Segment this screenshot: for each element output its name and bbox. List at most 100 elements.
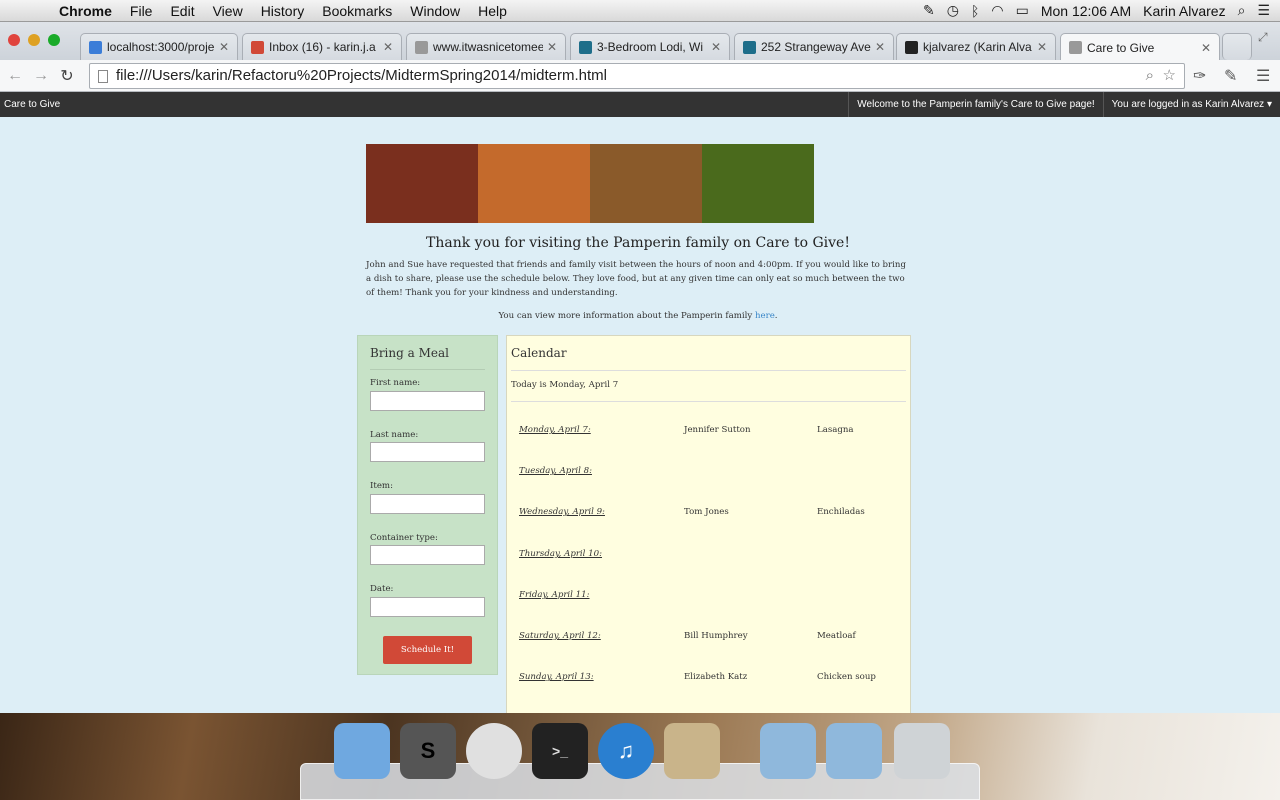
bring-a-meal-form: Bring a Meal First name: Last name: Item… xyxy=(357,335,498,675)
tab-lodi-listing[interactable]: 3-Bedroom Lodi, Wi ✕ xyxy=(570,33,730,60)
food-banner-image xyxy=(366,144,814,223)
close-tab-icon[interactable]: ✕ xyxy=(219,40,229,54)
page-content: Thank you for visiting the Pamperin fami… xyxy=(0,117,1280,715)
more-info-text: You can view more information about the … xyxy=(498,311,755,321)
zoom-window-icon[interactable] xyxy=(48,34,60,46)
close-window-icon[interactable] xyxy=(8,34,20,46)
close-tab-icon[interactable]: ✕ xyxy=(383,40,393,54)
calendar-panel: Calendar Today is Monday, April 7 Monday… xyxy=(506,335,911,715)
tab-localhost[interactable]: localhost:3000/proje ✕ xyxy=(80,33,238,60)
applications-folder-icon[interactable] xyxy=(760,723,816,779)
item-input[interactable] xyxy=(370,493,485,514)
page-icon xyxy=(98,70,108,83)
calendar-dish: Chicken soup xyxy=(817,672,876,682)
itunes-icon[interactable]: ♫ xyxy=(598,723,654,779)
menubar-user[interactable]: Karin Alvarez xyxy=(1143,3,1225,19)
menu-app-name[interactable]: Chrome xyxy=(50,0,121,22)
chrome-icon[interactable] xyxy=(466,723,522,779)
first-name-input[interactable] xyxy=(370,390,485,411)
container-type-input[interactable] xyxy=(370,545,485,565)
last-name-label: Last name: xyxy=(370,429,419,440)
menu-history[interactable]: History xyxy=(252,0,314,22)
github-icon xyxy=(905,40,918,54)
search-icon[interactable]: ⌕ xyxy=(1146,64,1154,88)
zillow-icon xyxy=(743,40,756,54)
new-tab-button[interactable] xyxy=(1222,33,1252,60)
menu-edit[interactable]: Edit xyxy=(161,0,203,22)
menu-view[interactable]: View xyxy=(204,0,252,22)
tab-title: Care to Give xyxy=(1087,40,1155,55)
trash-icon[interactable] xyxy=(894,723,950,779)
wifi-icon[interactable]: ◠ xyxy=(991,2,1003,19)
chrome-menu-icon[interactable]: ☰ xyxy=(1256,66,1270,86)
mac-menubar: Chrome File Edit View History Bookmarks … xyxy=(0,0,1280,22)
wrench-icon[interactable]: ✎ xyxy=(923,2,935,19)
close-tab-icon[interactable]: ✕ xyxy=(1201,41,1211,55)
welcome-heading: Thank you for visiting the Pamperin fami… xyxy=(426,235,850,251)
calendar-day-link[interactable]: Sunday, April 13: xyxy=(519,672,594,682)
bluetooth-icon[interactable]: ᛒ xyxy=(971,3,979,19)
wrench-extension-icon[interactable]: ✎ xyxy=(1224,66,1237,86)
menu-window[interactable]: Window xyxy=(401,0,469,22)
close-tab-icon[interactable]: ✕ xyxy=(711,40,721,54)
calendar-day-link[interactable]: Saturday, April 12: xyxy=(519,631,601,641)
calendar-dish: Lasagna xyxy=(817,425,854,435)
logged-in-label: You are logged in as Karin Alvarez xyxy=(1111,99,1265,110)
tab-care-to-give[interactable]: Care to Give ✕ xyxy=(1060,33,1220,61)
menu-file[interactable]: File xyxy=(121,0,162,22)
form-title: Bring a Meal xyxy=(370,346,485,370)
menu-help[interactable]: Help xyxy=(469,0,516,22)
spotlight-icon[interactable]: ⌕ xyxy=(1238,2,1246,19)
back-icon[interactable]: ← xyxy=(2,67,28,85)
address-bar[interactable]: file:///Users/karin/Refactoru%20Projects… xyxy=(89,63,1185,89)
date-input[interactable] xyxy=(370,596,485,617)
tab-github[interactable]: kjalvarez (Karin Alva ✕ xyxy=(896,33,1056,60)
fullscreen-icon[interactable]: ⤢ xyxy=(1258,30,1268,45)
tab-favicon-icon xyxy=(89,40,102,54)
calendar-day-link[interactable]: Monday, April 7: xyxy=(519,425,591,435)
battery-icon[interactable]: ▭ xyxy=(1016,2,1029,19)
minimize-window-icon[interactable] xyxy=(28,34,40,46)
schedule-it-button[interactable]: Schedule It! xyxy=(383,635,472,664)
documents-folder-icon[interactable] xyxy=(826,723,882,779)
tab-strangeway-listing[interactable]: 252 Strangeway Ave ✕ xyxy=(734,33,894,60)
notification-center-icon[interactable]: ☰ xyxy=(1257,2,1270,19)
zillow-icon xyxy=(579,40,592,54)
calendar-person: Bill Humphrey xyxy=(684,631,748,641)
menubar-clock[interactable]: Mon 12:06 AM xyxy=(1041,3,1131,19)
browser-toolbar: ← → ↻ file:///Users/karin/Refactoru%20Pr… xyxy=(0,60,1280,92)
more-info-link[interactable]: here xyxy=(755,311,775,321)
more-info-line: You can view more information about the … xyxy=(366,311,910,321)
last-name-input[interactable] xyxy=(370,442,485,462)
close-tab-icon[interactable]: ✕ xyxy=(547,40,557,54)
reload-icon[interactable]: ↻ xyxy=(54,66,80,86)
calendar-day-link[interactable]: Friday, April 11: xyxy=(519,590,590,600)
logged-in-user[interactable]: You are logged in as Karin Alvarez ▾ xyxy=(1102,92,1280,117)
tab-itwasnicetomeet[interactable]: www.itwasnicetomee ✕ xyxy=(406,33,566,60)
calendar-day-link[interactable]: Tuesday, April 8: xyxy=(519,466,592,476)
page-icon xyxy=(415,40,428,54)
date-label: Date: xyxy=(370,584,394,594)
menu-bookmarks[interactable]: Bookmarks xyxy=(313,0,401,22)
close-tab-icon[interactable]: ✕ xyxy=(875,40,885,54)
gmail-icon xyxy=(251,40,264,54)
time-machine-icon[interactable]: ◷ xyxy=(947,2,959,19)
bookmark-star-icon[interactable]: ☆ xyxy=(1163,64,1176,88)
calendar-day-link[interactable]: Thursday, April 10: xyxy=(519,549,602,559)
finder-icon[interactable] xyxy=(334,723,390,779)
site-brand[interactable]: Care to Give xyxy=(0,99,60,110)
terminal-icon[interactable]: >_ xyxy=(532,723,588,779)
site-navbar: Care to Give Welcome to the Pamperin fam… xyxy=(0,92,1280,117)
forward-icon[interactable]: → xyxy=(28,67,54,85)
more-info-suffix: . xyxy=(774,311,778,321)
sublime-text-icon[interactable]: S xyxy=(400,723,456,779)
calendar-day-link[interactable]: Wednesday, April 9: xyxy=(519,507,605,517)
close-tab-icon[interactable]: ✕ xyxy=(1037,40,1047,54)
tab-strip: localhost:3000/proje ✕ Inbox (16) - karin… xyxy=(0,22,1280,61)
banner-tile xyxy=(366,144,478,223)
github-icon[interactable] xyxy=(664,723,720,779)
banner-tile xyxy=(590,144,702,223)
eyedropper-extension-icon[interactable]: ✑ xyxy=(1193,66,1206,86)
container-type-label: Container type: xyxy=(370,532,438,543)
tab-gmail[interactable]: Inbox (16) - karin.j.a ✕ xyxy=(242,33,402,60)
